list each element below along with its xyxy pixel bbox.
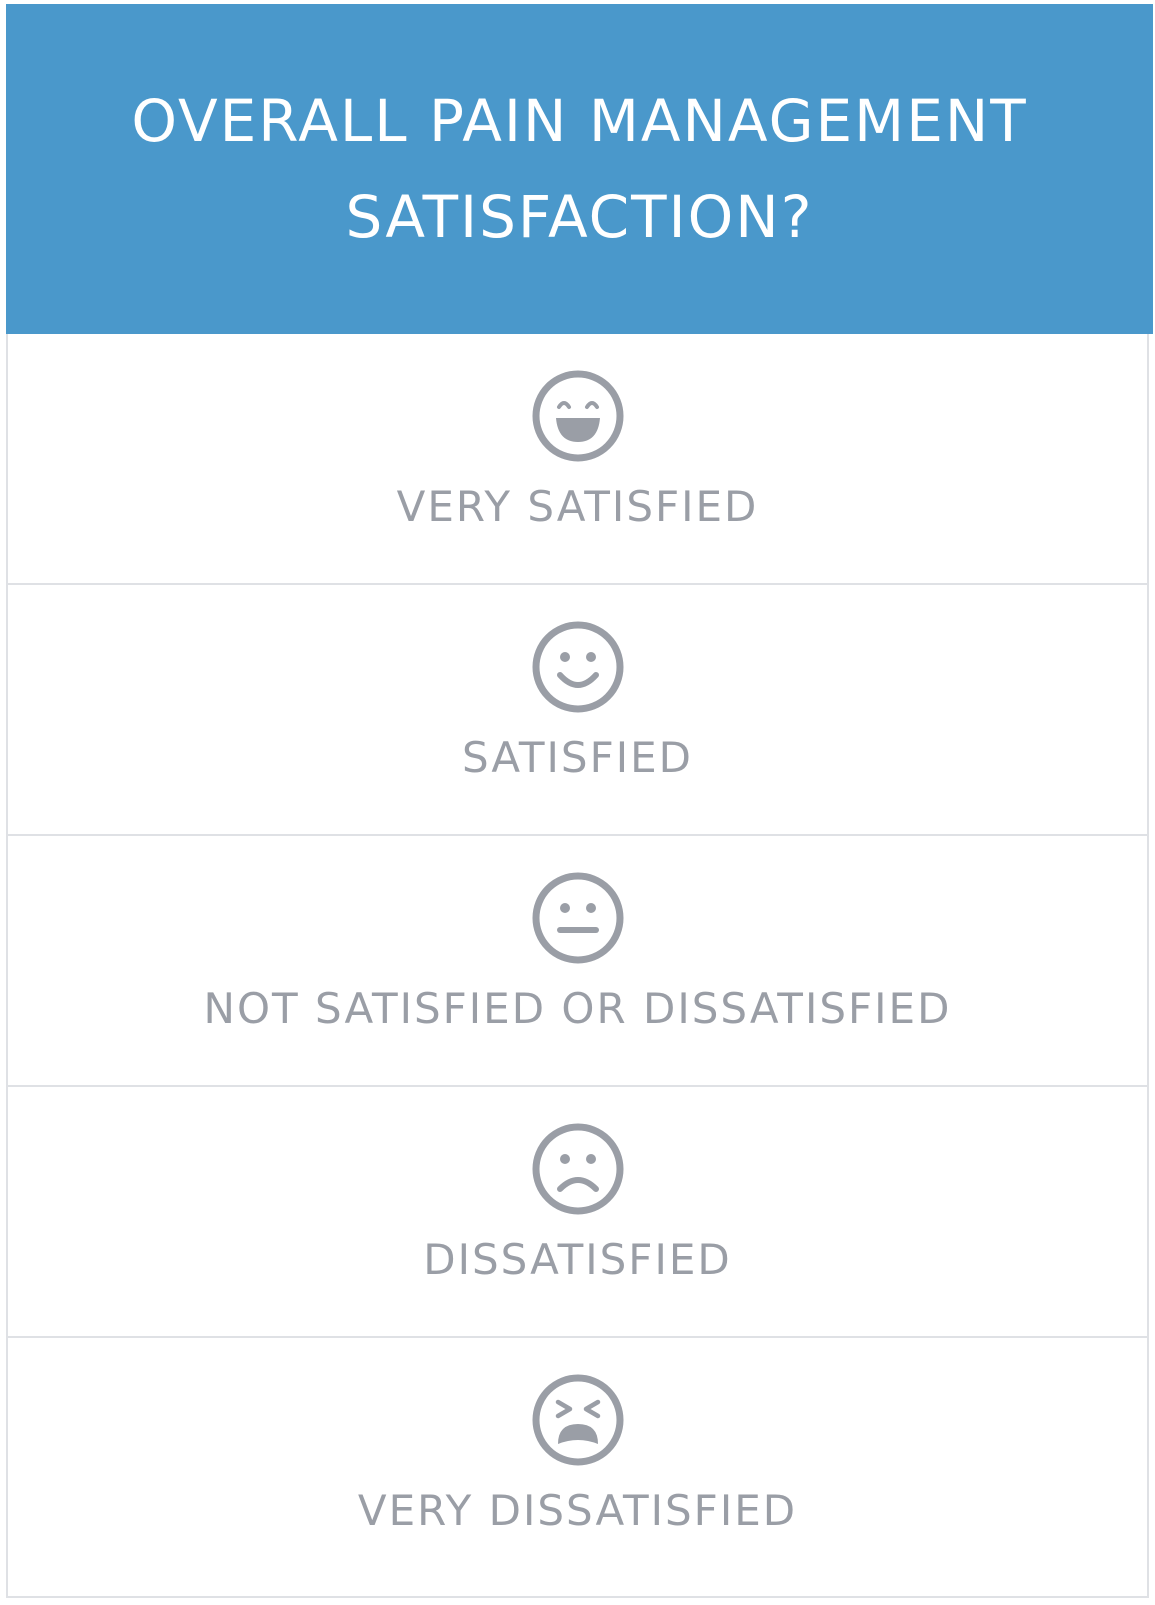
- answer-options: VERY SATISFIED SATISFIED NOT SATISFIED O…: [8, 334, 1147, 1600]
- option-label: VERY DISSATISFIED: [357, 1486, 798, 1535]
- option-very-dissatisfied[interactable]: VERY DISSATISFIED: [8, 1338, 1147, 1600]
- option-satisfied[interactable]: SATISFIED: [8, 585, 1147, 836]
- frowning-face-icon: [532, 1123, 623, 1215]
- question-title-line-2: SATISFACTION?: [345, 183, 814, 251]
- grinning-face-icon: [532, 370, 623, 462]
- neutral-face-icon: [532, 872, 623, 964]
- question-header: OVERALL PAIN MANAGEMENT SATISFACTION?: [6, 4, 1153, 334]
- question-title-line-1: OVERALL PAIN MANAGEMENT: [131, 87, 1028, 155]
- option-label: DISSATISFIED: [423, 1235, 732, 1284]
- survey-card: OVERALL PAIN MANAGEMENT SATISFACTION? VE…: [6, 4, 1153, 1600]
- option-label: VERY SATISFIED: [396, 482, 759, 531]
- option-label: NOT SATISFIED OR DISSATISFIED: [203, 984, 952, 1033]
- option-label: SATISFIED: [461, 733, 694, 782]
- tired-face-icon: [532, 1374, 623, 1466]
- smiling-face-icon: [532, 621, 623, 713]
- option-very-satisfied[interactable]: VERY SATISFIED: [8, 334, 1147, 585]
- option-dissatisfied[interactable]: DISSATISFIED: [8, 1087, 1147, 1338]
- option-neutral[interactable]: NOT SATISFIED OR DISSATISFIED: [8, 836, 1147, 1087]
